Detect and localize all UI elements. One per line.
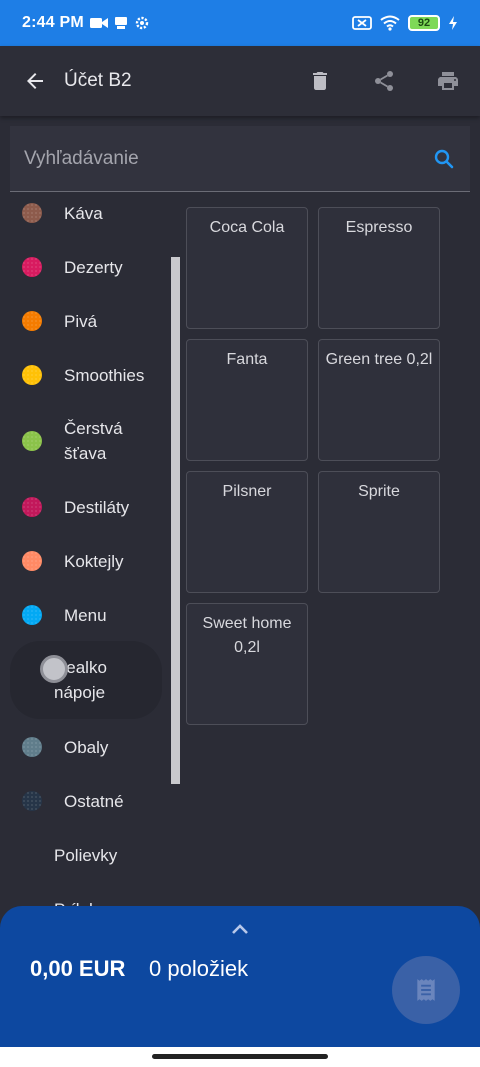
back-button[interactable]: [0, 46, 70, 116]
product-name: Pilsner: [222, 483, 272, 500]
notification-app-icon: [114, 17, 127, 29]
printer-icon: [438, 72, 458, 90]
category-label: Obaly: [64, 737, 109, 757]
product-tile[interactable]: Espresso: [318, 207, 440, 329]
product-name: Coca Cola: [209, 219, 285, 236]
product-tile[interactable]: Fanta: [186, 339, 308, 461]
product-tile[interactable]: Sweet home 0,2l: [186, 603, 308, 725]
category-label: Dezerty: [64, 257, 123, 277]
system-navigation-bar: [0, 1047, 480, 1067]
product-name: Fanta: [226, 351, 268, 368]
trash-icon: [313, 72, 327, 90]
category-label: Čerstvá šťava: [64, 419, 123, 463]
category-color-dot: [22, 257, 42, 277]
touch-ripple: [40, 655, 68, 683]
category-kava[interactable]: Káva: [10, 200, 162, 226]
product-tile[interactable]: Sprite: [318, 471, 440, 593]
category-color-dot: [22, 551, 42, 571]
category-label: Koktejly: [64, 551, 124, 571]
category-piva[interactable]: Pivá: [10, 308, 162, 334]
category-label: Pivá: [64, 311, 98, 331]
category-color-dot: [22, 605, 42, 625]
category-color-dot: [22, 497, 42, 517]
status-system-icons: 92: [352, 15, 458, 31]
order-item-count: 0 položiek: [149, 956, 249, 981]
app-bar: Účet B2: [0, 46, 480, 116]
page-title: Účet B2: [64, 70, 132, 91]
category-label: Ostatné: [64, 791, 124, 811]
delete-button[interactable]: [288, 46, 352, 116]
chevron-up-icon[interactable]: [228, 920, 252, 938]
category-list: Káva Dezerty Pivá Smoothies Čerstvá šťav…: [10, 188, 170, 908]
product-tile[interactable]: Coca Cola: [186, 207, 308, 329]
order-total: 0,00 EUR: [30, 956, 126, 981]
category-ostatne[interactable]: Ostatné: [10, 788, 162, 814]
status-time: 2:44 PM: [22, 14, 84, 31]
search-input[interactable]: [24, 147, 432, 170]
category-color-dot: [22, 737, 42, 757]
category-nealko-napoje[interactable]: Nealko nápoje: [10, 641, 162, 719]
category-obaly[interactable]: Obaly: [10, 734, 162, 760]
category-destilaty[interactable]: Destiláty: [10, 494, 162, 520]
category-label: Smoothies: [64, 365, 145, 385]
category-label: Menu: [64, 605, 107, 625]
category-smoothies[interactable]: Smoothies: [10, 362, 162, 388]
share-button[interactable]: [352, 46, 416, 116]
category-color-dot: [22, 365, 42, 385]
category-color-dot: [22, 311, 42, 331]
product-name: Espresso: [345, 219, 413, 236]
product-grid: Coca Cola Espresso Fanta Green tree 0,2l…: [186, 207, 442, 727]
category-cerstva-stava[interactable]: Čerstvá šťava: [10, 416, 162, 466]
category-label: Polievky: [54, 845, 118, 865]
home-gesture-handle[interactable]: [152, 1054, 328, 1059]
category-color-dot: [22, 791, 42, 811]
arrow-back-icon: [27, 73, 43, 89]
category-dezerty[interactable]: Dezerty: [10, 254, 162, 280]
category-label: Destiláty: [64, 497, 130, 517]
battery-icon: 92: [408, 15, 440, 31]
product-tile[interactable]: Green tree 0,2l: [318, 339, 440, 461]
receipt-icon: [417, 979, 435, 1001]
category-scrollbar[interactable]: [171, 257, 180, 784]
product-name: Green tree 0,2l: [325, 351, 433, 368]
status-bar: 2:44 PM 92: [0, 0, 480, 46]
sim-off-icon: [352, 16, 372, 30]
product-name: Sweet home 0,2l: [202, 615, 292, 656]
order-summary-sheet[interactable]: 0,00 EUR 0 položiek: [0, 906, 480, 1047]
status-notification-icons: [89, 15, 150, 31]
product-name: Sprite: [358, 483, 400, 500]
category-polievky[interactable]: Polievky: [10, 842, 162, 868]
video-camera-icon: [89, 18, 108, 28]
product-tile[interactable]: Pilsner: [186, 471, 308, 593]
category-koktejly[interactable]: Koktejly: [10, 548, 162, 574]
category-color-dot: [22, 431, 42, 451]
search-bar: [10, 126, 470, 192]
wifi-icon: [380, 15, 400, 31]
category-menu[interactable]: Menu: [10, 602, 162, 628]
charging-bolt-icon: [449, 16, 457, 30]
print-button[interactable]: [416, 46, 480, 116]
category-label: Káva: [64, 203, 103, 223]
receipt-button[interactable]: [392, 956, 460, 1024]
share-icon: [375, 71, 393, 91]
search-icon[interactable]: [432, 147, 456, 171]
category-color-dot: [22, 203, 42, 223]
settings-gear-icon: [135, 16, 149, 30]
